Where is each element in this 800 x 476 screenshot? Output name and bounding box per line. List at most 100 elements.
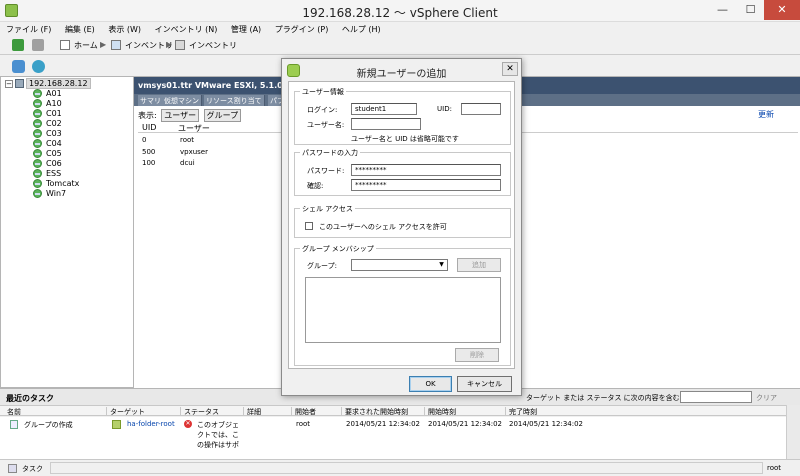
dialog-title: 新規ユーザーの追加 [356, 69, 447, 80]
maximize-button[interactable]: ☐ [737, 0, 764, 20]
host-icon [15, 79, 24, 88]
task-target-link[interactable]: ha-folder-root [127, 420, 175, 428]
login-label: ログイン: [307, 106, 338, 114]
task-status: このオブジェクトでは、この操作はサポ [197, 421, 239, 449]
password-legend: パスワードの入力 [300, 148, 360, 158]
password-label: パスワード: [307, 167, 345, 175]
username-input[interactable] [351, 118, 421, 130]
col-started[interactable]: 開始時刻 [424, 407, 456, 416]
task-name: グループの作成 [24, 421, 73, 429]
task-initiator: root [296, 420, 311, 428]
task-filter-dropdown[interactable]: ターゲット または ステータス に次の内容を含む：▾ [526, 393, 690, 403]
vm-icon [33, 149, 42, 158]
show-label: 表示: [138, 111, 157, 120]
show-groups-button[interactable]: グループ [203, 109, 242, 122]
password-input[interactable]: ********* [351, 164, 501, 176]
show-users-button[interactable]: ユーザー [161, 109, 200, 122]
user-info-legend: ユーザー情報 [300, 87, 346, 97]
breadcrumb-home[interactable]: ホーム [74, 40, 98, 51]
menu-bar: ファイル (F) 編集 (E) 表示 (W) インベントリ (N) 管理 (A)… [0, 22, 800, 36]
cancel-button[interactable]: キャンセル [457, 376, 512, 392]
status-tasks-button[interactable]: タスク [22, 464, 43, 474]
refresh-link[interactable]: 更新 [758, 109, 774, 120]
breadcrumb-inventory-2[interactable]: インベントリ [189, 40, 237, 51]
ok-button[interactable]: OK [409, 376, 452, 392]
window-titlebar: 192.168.28.12 ～ vSphere Client — ☐ ✕ [0, 0, 800, 22]
col-requested[interactable]: 要求された開始時刻 [341, 407, 408, 416]
tab-summary[interactable]: サマリ [138, 95, 164, 106]
shell-access-checkbox[interactable] [305, 222, 313, 230]
col-user[interactable]: ユーザー [178, 123, 210, 134]
breadcrumb-separator-icon: ▶ [100, 40, 107, 49]
group-list[interactable] [305, 277, 501, 343]
tree-vm-item[interactable]: Win7 [33, 189, 66, 200]
col-initiator[interactable]: 開始者 [291, 407, 316, 416]
breadcrumb-separator-icon: ▶ [166, 40, 173, 49]
menu-edit[interactable]: 編集 (E) [59, 22, 100, 35]
tab-vms[interactable]: 仮想マシン [162, 95, 202, 106]
task-filter-clear[interactable]: クリア [756, 393, 777, 403]
menu-file[interactable]: ファイル (F) [0, 22, 56, 35]
vm-icon [33, 189, 42, 198]
error-icon: ✕ [184, 420, 192, 428]
dialog-close-button[interactable]: ✕ [502, 62, 518, 76]
tab-resource-allocation[interactable]: リソース割り当て [204, 95, 265, 106]
vm-icon [33, 109, 42, 118]
col-details[interactable]: 詳細 [243, 407, 261, 416]
dialog-titlebar: 新規ユーザーの追加 ✕ [282, 59, 521, 81]
close-button[interactable]: ✕ [764, 0, 800, 20]
col-status[interactable]: ステータス [180, 407, 219, 416]
shell-access-legend: シェル アクセス [300, 204, 355, 214]
col-target[interactable]: ターゲット [106, 407, 145, 416]
status-panel [50, 462, 763, 474]
task-icon [10, 420, 18, 429]
home-icon[interactable] [60, 40, 70, 50]
col-name[interactable]: 名前 [4, 407, 21, 416]
inventory-icon [175, 40, 185, 50]
menu-help[interactable]: ヘルプ (H) [336, 22, 386, 35]
confirm-label: 確認: [307, 182, 324, 190]
status-bar: タスク root [0, 459, 800, 476]
group-membership-legend: グループ メンバシップ [300, 244, 376, 254]
vm-icon [33, 89, 42, 98]
minimize-button[interactable]: — [709, 0, 736, 20]
col-completed[interactable]: 完了時刻 [505, 407, 537, 416]
collapse-icon[interactable]: − [5, 79, 13, 88]
confirm-password-input[interactable]: ********* [351, 179, 501, 191]
inventory-icon [111, 40, 121, 50]
add-group-button[interactable]: 追加 [457, 258, 501, 272]
forward-arrow-icon[interactable] [32, 39, 44, 51]
dialog-body: ユーザー情報 ログイン: student1 UID: ユーザー名: ユーザー名と… [288, 81, 515, 369]
menu-plugins[interactable]: プラグイン (P) [269, 22, 334, 35]
optional-note: ユーザー名と UID は省略可能です [351, 135, 459, 143]
show-toggle: 表示: ユーザー グループ [138, 109, 242, 122]
login-input[interactable]: student1 [351, 103, 417, 115]
tasks-table-header: 名前 ターゲット ステータス 詳細 開始者 要求された開始時刻 開始時刻 完了時… [0, 405, 800, 416]
uid-input[interactable] [461, 103, 501, 115]
shell-access-label[interactable]: このユーザーへのシェル アクセスを許可 [319, 222, 447, 232]
tree-root-label: 192.168.28.12 [26, 78, 91, 89]
vm-icon [33, 179, 42, 188]
refresh-host-icon[interactable] [32, 60, 45, 73]
vm-icon [33, 119, 42, 128]
task-row[interactable]: グループの作成 ha-folder-root ✕ このオブジェクトでは、この操作… [0, 417, 786, 459]
back-arrow-icon[interactable] [12, 39, 24, 51]
col-uid[interactable]: UID [142, 123, 156, 132]
remove-group-button[interactable]: 削除 [455, 348, 499, 362]
group-select[interactable]: ▼ [351, 259, 448, 271]
group-label: グループ: [307, 262, 337, 270]
task-filter-input[interactable] [680, 391, 752, 403]
menu-view[interactable]: 表示 (W) [102, 22, 146, 35]
password-group: パスワードの入力 パスワード: ********* 確認: ********* [294, 148, 511, 196]
menu-inventory[interactable]: インベントリ (N) [149, 22, 223, 35]
tasks-scrollbar[interactable] [786, 405, 800, 459]
task-requested-time: 2014/05/21 12:34:02 [346, 420, 421, 428]
vm-icon [33, 129, 42, 138]
menu-admin[interactable]: 管理 (A) [225, 22, 266, 35]
vm-icon [33, 169, 42, 178]
task-start-time: 2014/05/21 12:34:02 [428, 420, 503, 428]
recent-tasks-title: 最近のタスク [6, 394, 54, 403]
add-user-dialog: 新規ユーザーの追加 ✕ ユーザー情報 ログイン: student1 UID: ユ… [281, 58, 522, 396]
task-complete-time: 2014/05/21 12:34:02 [509, 420, 584, 428]
new-vm-icon[interactable] [12, 60, 25, 73]
